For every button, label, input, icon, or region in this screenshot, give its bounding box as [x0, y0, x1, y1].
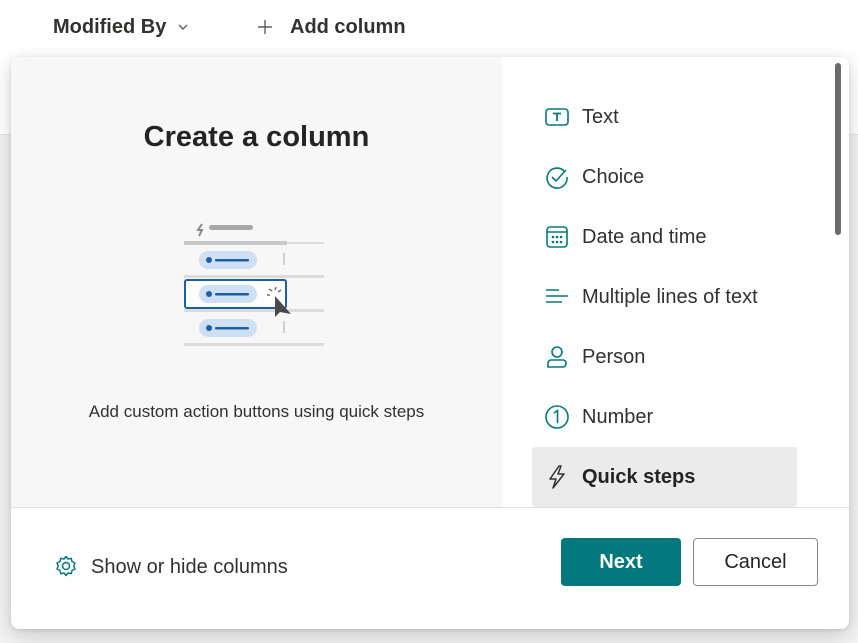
- person-icon: [544, 344, 570, 370]
- dialog-title: Create a column: [143, 121, 370, 153]
- column-type-quick-steps[interactable]: Quick steps: [532, 447, 797, 507]
- column-type-person[interactable]: Person: [532, 327, 797, 387]
- column-type-label: Date and time: [582, 225, 707, 248]
- show-hide-columns-link[interactable]: Show or hide columns: [53, 554, 288, 580]
- column-type-label: Multiple lines of text: [582, 285, 758, 308]
- calendar-icon: [544, 224, 570, 250]
- column-type-list: Text Choice Date and time Multiple lines…: [532, 87, 797, 507]
- column-header-label: Modified By: [53, 15, 167, 38]
- preview-pane: Create a column Add custom action button…: [11, 57, 502, 507]
- column-type-label: Person: [582, 345, 646, 368]
- create-column-dialog: Create a column Add custom action button…: [11, 57, 849, 629]
- plus-icon: [258, 20, 272, 34]
- number-circle-icon: [544, 404, 570, 430]
- column-type-multiple-lines-of-text[interactable]: Multiple lines of text: [532, 267, 797, 327]
- scrollbar-thumb[interactable]: [835, 63, 841, 235]
- checkmark-circle-icon: [544, 164, 570, 190]
- gear-icon: [56, 555, 76, 577]
- column-type-label: Number: [582, 405, 654, 428]
- column-type-list-pane: Text Choice Date and time Multiple lines…: [502, 57, 849, 507]
- add-column-button[interactable]: Add column: [254, 12, 406, 42]
- show-hide-columns-label: Show or hide columns: [91, 555, 288, 578]
- column-type-number[interactable]: Number: [532, 387, 797, 447]
- flash-icon: [544, 464, 570, 490]
- cancel-button[interactable]: Cancel: [693, 538, 818, 586]
- preview-caption: Add custom action buttons using quick st…: [88, 402, 425, 421]
- column-type-label: Text: [582, 105, 619, 128]
- next-button[interactable]: Next: [561, 538, 681, 586]
- text-box-icon: [544, 104, 570, 130]
- cancel-button-label: Cancel: [724, 550, 787, 573]
- column-type-text[interactable]: Text: [532, 87, 797, 147]
- column-type-date-and-time[interactable]: Date and time: [532, 207, 797, 267]
- column-type-label: Quick steps: [582, 465, 696, 488]
- text-lines-icon: [544, 284, 570, 310]
- column-type-choice[interactable]: Choice: [532, 147, 797, 207]
- chevron-down-icon: [178, 24, 188, 30]
- footer-divider: [11, 507, 849, 508]
- add-column-label: Add column: [290, 15, 406, 38]
- column-header-modified-by[interactable]: Modified By: [53, 12, 190, 42]
- next-button-label: Next: [599, 550, 643, 573]
- column-type-label: Choice: [582, 165, 645, 188]
- quick-steps-illustration: [184, 223, 324, 346]
